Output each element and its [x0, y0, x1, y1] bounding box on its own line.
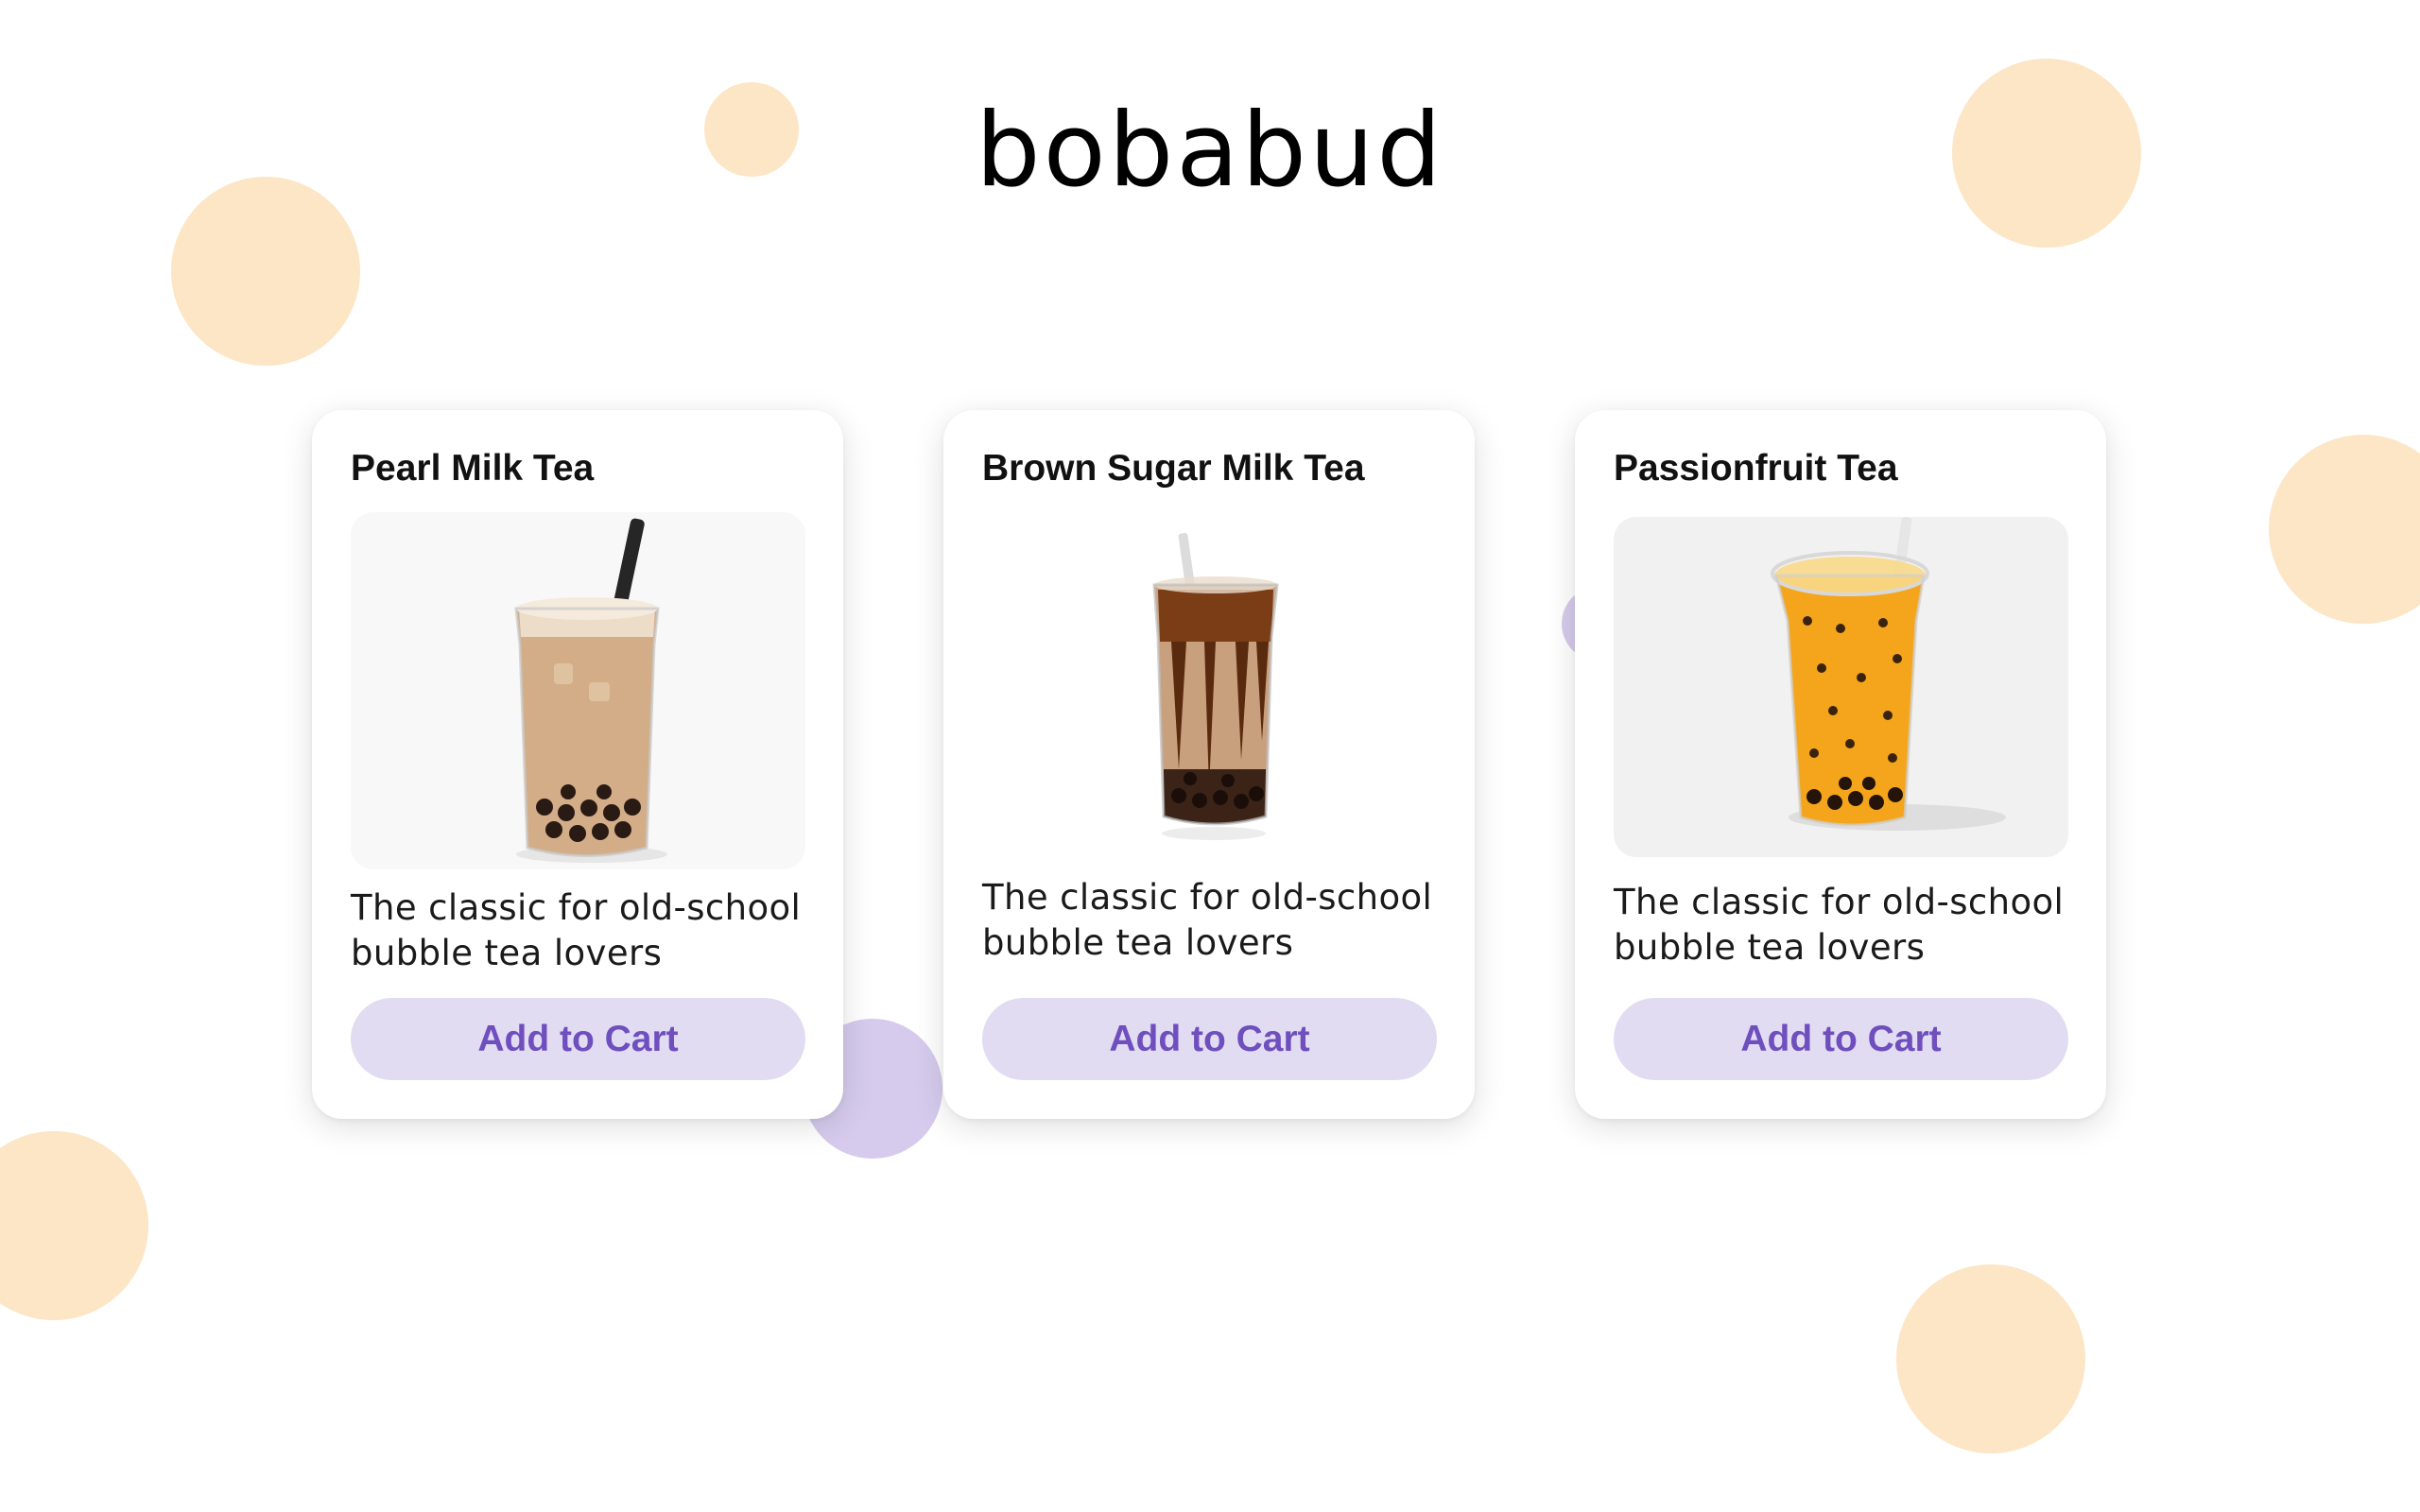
product-card: Pearl Milk Tea The classic for old-schoo… — [312, 410, 843, 1119]
product-description: The classic for old-school bubble tea lo… — [982, 877, 1433, 963]
product-title: Brown Sugar Milk Tea — [982, 448, 1365, 489]
product-card: Passionfruit Tea The classic for old-sch… — [1575, 410, 2106, 1119]
pearl-milk-tea-image — [351, 512, 805, 869]
page: bobabud Pearl Milk Tea The classic for o… — [0, 0, 2420, 1512]
decor-circle — [2269, 435, 2420, 624]
decor-circle — [0, 1131, 148, 1320]
product-description: The classic for old-school bubble tea lo… — [1614, 882, 2065, 968]
add-to-cart-button[interactable]: Add to Cart — [351, 998, 805, 1080]
product-title: Passionfruit Tea — [1614, 448, 1898, 489]
passionfruit-tea-image — [1614, 517, 2068, 857]
brown-sugar-milk-tea-image — [1077, 533, 1341, 845]
add-to-cart-button[interactable]: Add to Cart — [982, 998, 1437, 1080]
brand-logo: bobabud — [976, 92, 1444, 210]
decor-circle — [1896, 1264, 2085, 1453]
product-description: The classic for old-school bubble tea lo… — [351, 887, 802, 973]
product-title: Pearl Milk Tea — [351, 448, 595, 489]
add-to-cart-button[interactable]: Add to Cart — [1614, 998, 2068, 1080]
product-card: Brown Sugar Milk Tea The classic for old… — [943, 410, 1475, 1119]
